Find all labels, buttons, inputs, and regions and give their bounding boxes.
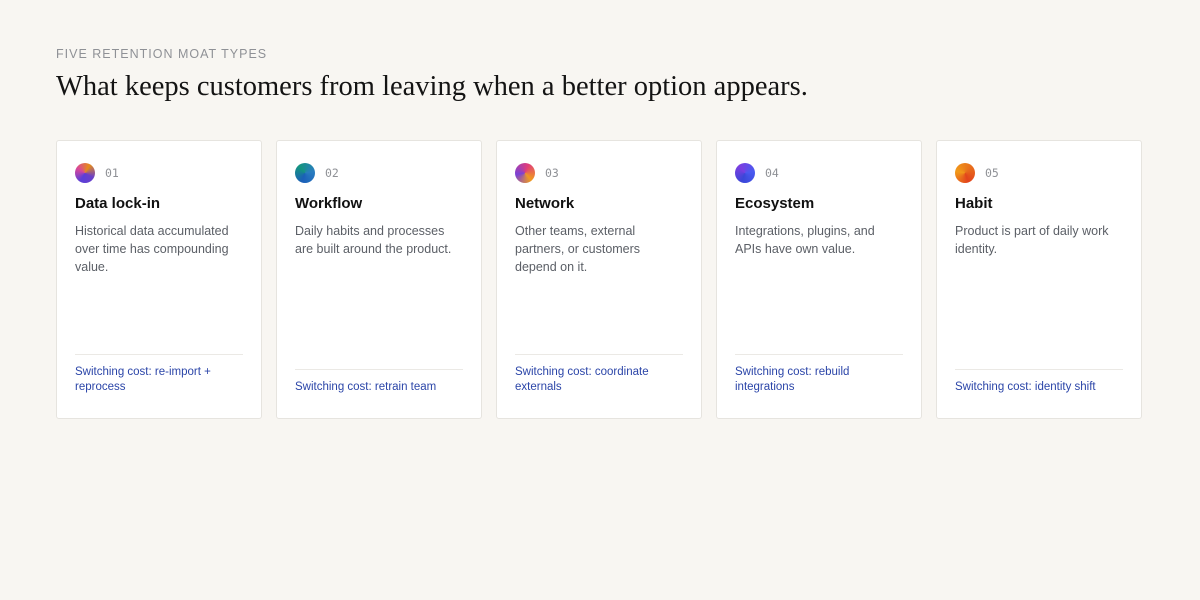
card-description: Other teams, external partners, or custo… [515, 224, 641, 274]
gradient-dot-icon [735, 163, 755, 183]
card-title: Habit [955, 195, 993, 212]
card-number: 03 [545, 166, 559, 180]
card-title: Data lock-in [75, 195, 161, 212]
card-header: 03 [515, 163, 683, 183]
switching-cost: Switching cost: retrain team [295, 369, 463, 395]
card-title: Network [515, 195, 575, 212]
card-number: 05 [985, 166, 999, 180]
switching-cost: Switching cost: coordinate externals [515, 354, 683, 395]
moat-card-habit: 05 Habit Product is part of daily work i… [936, 140, 1142, 419]
switching-cost: Switching cost: identity shift [955, 369, 1123, 395]
card-title: Ecosystem [735, 195, 815, 212]
card-description: Integrations, plugins, and APIs have own… [735, 224, 875, 256]
gradient-dot-icon [295, 163, 315, 183]
eyebrow-label: FIVE RETENTION MOAT TYPES [56, 47, 268, 61]
moat-card-network: 03 Network Other teams, external partner… [496, 140, 702, 419]
moat-card-data-lock-in: 01 Data lock-in Historical data accumula… [56, 140, 262, 419]
card-number: 01 [105, 166, 119, 180]
card-description: Daily habits and processes are built aro… [295, 224, 452, 256]
gradient-dot-icon [515, 163, 535, 183]
gradient-dot-icon [955, 163, 975, 183]
switching-cost: Switching cost: rebuild integrations [735, 354, 903, 395]
moat-card-grid: 01 Data lock-in Historical data accumula… [56, 140, 1144, 419]
moat-card-ecosystem: 04 Ecosystem Integrations, plugins, and … [716, 140, 922, 419]
moat-card-workflow: 02 Workflow Daily habits and processes a… [276, 140, 482, 419]
card-header: 05 [955, 163, 1123, 183]
card-number: 04 [765, 166, 779, 180]
card-description: Historical data accumulated over time ha… [75, 224, 229, 274]
card-header: 01 [75, 163, 243, 183]
page-title: What keeps customers from leaving when a… [56, 71, 808, 102]
card-number: 02 [325, 166, 339, 180]
card-header: 02 [295, 163, 463, 183]
card-description: Product is part of daily work identity. [955, 224, 1109, 256]
gradient-dot-icon [75, 163, 95, 183]
card-header: 04 [735, 163, 903, 183]
switching-cost: Switching cost: re-import + reprocess [75, 354, 243, 395]
card-title: Workflow [295, 195, 363, 212]
page-content: FIVE RETENTION MOAT TYPES What keeps cus… [56, 46, 1144, 419]
